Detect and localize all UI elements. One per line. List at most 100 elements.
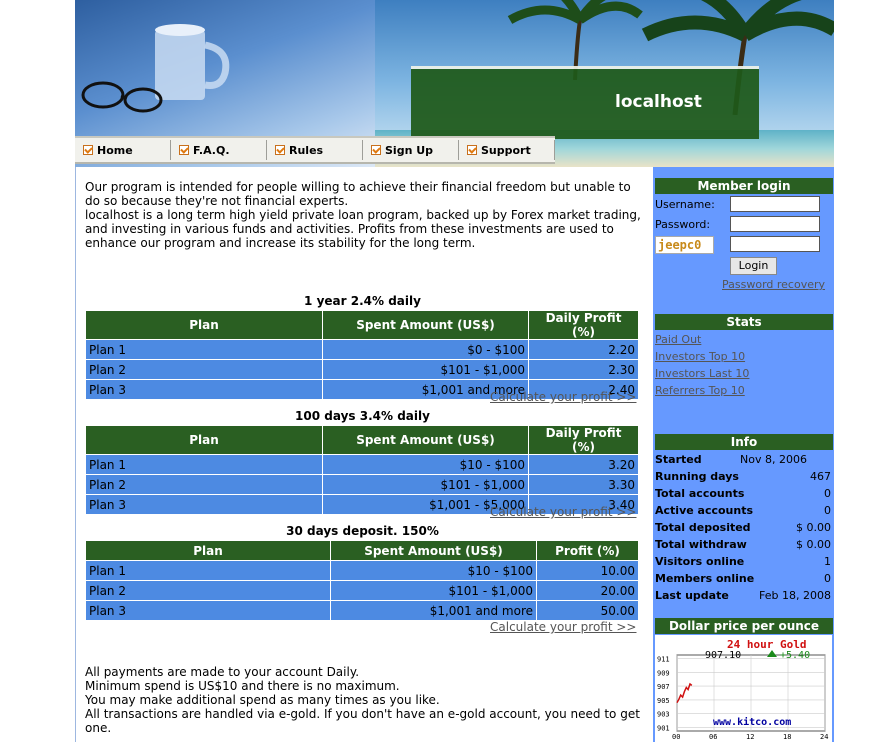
table-header-row: Plan Spent Amount (US$) Daily Profit (%) xyxy=(86,426,639,455)
info-value: 467 xyxy=(810,470,831,483)
plan-amount: $101 - $1,000 xyxy=(330,580,537,601)
investors-last-link[interactable]: Investors Last 10 xyxy=(655,367,749,380)
column-header: Spent Amount (US$) xyxy=(322,311,529,340)
plan-name: Plan 2 xyxy=(86,359,323,380)
gold-price-chart: 24 hour Gold 907.10 +5.40 91190990790590… xyxy=(655,635,832,742)
checkbox-icon xyxy=(371,145,381,155)
username-input[interactable] xyxy=(730,196,820,212)
table-row: Plan 1 $10 - $100 10.00 xyxy=(86,560,639,581)
nav-home[interactable]: Home xyxy=(75,140,171,160)
column-header: Plan xyxy=(86,311,323,340)
info-row: Last update Feb 18, 2008 xyxy=(655,589,831,605)
plan-profit: 2.20 xyxy=(528,339,639,360)
nav-signup[interactable]: Sign Up xyxy=(363,140,459,160)
username-label: Username: xyxy=(655,198,715,211)
info-key: Started xyxy=(655,453,702,466)
y-tick-label: 911 xyxy=(657,655,670,663)
nav-label: Sign Up xyxy=(385,143,434,157)
investors-top-link[interactable]: Investors Top 10 xyxy=(655,350,745,363)
plan-amount: $101 - $1,000 xyxy=(322,359,529,380)
info-value: 1 xyxy=(824,555,831,568)
plan-profit: 20.00 xyxy=(536,580,639,601)
plan-profit: 10.00 xyxy=(536,560,639,581)
info-line: All transactions are handled via e-gold.… xyxy=(85,707,640,735)
password-recovery-link[interactable]: Password recovery xyxy=(722,278,825,291)
plan-name: Plan 1 xyxy=(86,560,331,581)
table-row: Plan 3 $1,001 and more 50.00 xyxy=(86,600,639,620)
info-value: Nov 8, 2006 xyxy=(740,453,807,466)
plan-name: Plan 1 xyxy=(86,339,323,360)
info-key: Members online xyxy=(655,572,755,585)
info-row: Total withdraw $ 0.00 xyxy=(655,538,831,554)
nav-label: Support xyxy=(481,143,531,157)
checkbox-icon xyxy=(275,145,285,155)
paid-out-link[interactable]: Paid Out xyxy=(655,333,701,346)
plan-name: Plan 1 xyxy=(86,454,323,475)
checkbox-icon xyxy=(467,145,477,155)
table-row: Plan 2 $101 - $1,000 3.30 xyxy=(86,474,639,495)
y-tick-label: 905 xyxy=(657,697,670,705)
column-header: Daily Profit (%) xyxy=(528,426,639,455)
plan-profit: 50.00 xyxy=(536,600,639,620)
table-row: Plan 2 $101 - $1,000 20.00 xyxy=(86,580,639,601)
info-key: Running days xyxy=(655,470,739,483)
nav-faq[interactable]: F.A.Q. xyxy=(171,140,267,160)
nav-rules[interactable]: Rules xyxy=(267,140,363,160)
site-title-box xyxy=(411,66,759,139)
plan-title: 30 days deposit. 150% xyxy=(286,524,439,538)
payment-info-text: All payments are made to your account Da… xyxy=(85,665,645,735)
info-row: Active accounts 0 xyxy=(655,504,831,520)
info-value: 0 xyxy=(824,504,831,517)
plan-amount: $1,001 and more xyxy=(330,600,537,620)
checkbox-icon xyxy=(83,145,93,155)
y-tick-label: 903 xyxy=(657,711,670,719)
x-tick-label: 06 xyxy=(709,733,717,741)
y-tick-label: 907 xyxy=(657,683,670,691)
nav-label: Rules xyxy=(289,143,324,157)
main-nav: Home F.A.Q. Rules Sign Up Support xyxy=(75,136,555,164)
plan-title: 1 year 2.4% daily xyxy=(304,294,421,308)
info-row: Visitors online 1 xyxy=(655,555,831,571)
calculate-profit-link[interactable]: Calculate your profit >> xyxy=(490,505,636,519)
plan-amount: $10 - $100 xyxy=(330,560,537,581)
y-tick-label: 909 xyxy=(657,669,670,677)
plan-name: Plan 3 xyxy=(86,379,323,399)
info-line: You may make additional spend as many ti… xyxy=(85,693,440,707)
info-value: 0 xyxy=(824,572,831,585)
info-key: Active accounts xyxy=(655,504,754,517)
intro-paragraph: localhost is a long term high yield priv… xyxy=(85,208,641,250)
plan-table: Plan Spent Amount (US$) Daily Profit (%)… xyxy=(86,426,639,514)
info-row: Total accounts 0 xyxy=(655,487,831,503)
plan-profit: 3.20 xyxy=(528,454,639,475)
captcha-input[interactable] xyxy=(730,236,820,252)
info-value: $ 0.00 xyxy=(796,521,831,534)
content-border xyxy=(75,167,76,742)
captcha-image: jeepc0 xyxy=(655,236,714,254)
calculate-profit-link[interactable]: Calculate your profit >> xyxy=(490,390,636,404)
plan-name: Plan 3 xyxy=(86,494,323,514)
info-key: Total withdraw xyxy=(655,538,747,551)
login-button[interactable]: Login xyxy=(730,257,777,275)
x-tick-label: 24 xyxy=(820,733,828,741)
x-tick-label: 12 xyxy=(746,733,754,741)
intro-text: Our program is intended for people willi… xyxy=(85,180,645,250)
plan-title: 100 days 3.4% daily xyxy=(295,409,430,423)
column-header: Spent Amount (US$) xyxy=(322,426,529,455)
plan-profit: 2.30 xyxy=(528,359,639,380)
password-label: Password: xyxy=(655,218,711,231)
plan-name: Plan 2 xyxy=(86,580,331,601)
y-tick-label: 901 xyxy=(657,725,670,733)
plan-name: Plan 3 xyxy=(86,600,331,620)
plan-amount: $10 - $100 xyxy=(322,454,529,475)
password-input[interactable] xyxy=(730,216,820,232)
stats-header: Stats xyxy=(655,314,833,330)
column-header: Spent Amount (US$) xyxy=(330,541,537,561)
column-header: Plan xyxy=(86,541,331,561)
calculate-profit-link[interactable]: Calculate your profit >> xyxy=(490,620,636,634)
nav-support[interactable]: Support xyxy=(459,140,555,160)
info-value: $ 0.00 xyxy=(796,538,831,551)
intro-paragraph: Our program is intended for people willi… xyxy=(85,180,631,208)
info-row: Total deposited $ 0.00 xyxy=(655,521,831,537)
info-key: Visitors online xyxy=(655,555,745,568)
referrers-top-link[interactable]: Referrers Top 10 xyxy=(655,384,745,397)
